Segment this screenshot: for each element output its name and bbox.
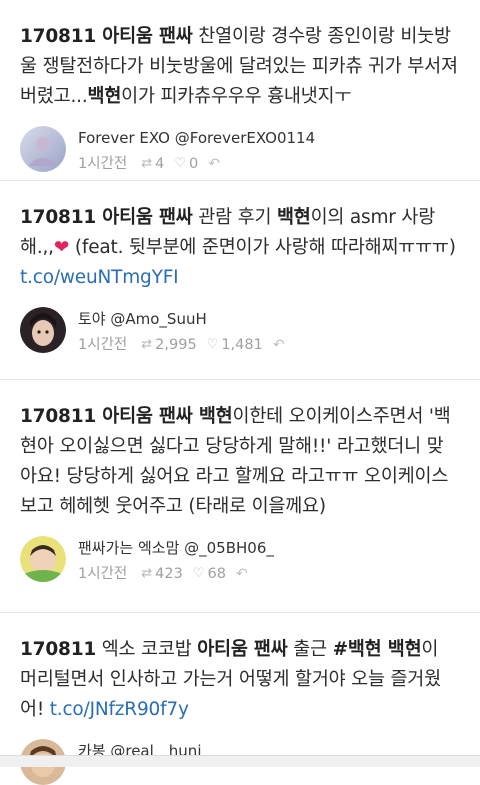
avatar[interactable] <box>20 536 66 582</box>
user-name[interactable]: Forever EXO @ForeverEXO0114 <box>78 128 460 148</box>
retweet-button[interactable]: ⇄ 4 <box>141 154 164 174</box>
text-bold: 아티움 팬싸 <box>197 639 288 660</box>
tweet-item[interactable]: 170811 아티움 팬싸 관람 후기 백현이의 asmr 사랑해.,,❤ (f… <box>0 181 480 380</box>
tweet-time: 1시간전 <box>78 337 128 353</box>
retweet-button[interactable]: ⇄ 2,995 <box>141 335 196 355</box>
retweet-count: 423 <box>155 566 183 582</box>
bottom-navigation-edge <box>0 755 480 767</box>
heart-outline-icon: ♡ <box>174 156 187 171</box>
text-bold: 170811 아티움 팬싸 백현 <box>20 406 233 427</box>
reply-icon[interactable]: ↶ <box>273 335 285 355</box>
user-name[interactable]: 토야 @Amo_SuuH <box>78 309 460 329</box>
tweet-meta: 팬싸가는 엑소맘 @_05BH06_ 1시간전 ⇄ 423 ♡ 68 ↶ <box>20 536 460 584</box>
retweet-icon: ⇄ <box>141 566 153 581</box>
tweet-item[interactable]: 170811 엑소 코코밥 아티움 팬싸 출근 #백현 백현이 머리털면서 인사… <box>0 613 480 785</box>
avatar[interactable] <box>20 307 66 353</box>
user-name[interactable]: 팬싸가는 엑소맘 @_05BH06_ <box>78 538 460 558</box>
text-bold: #백현 백현 <box>332 639 422 660</box>
favorite-button[interactable]: ♡ 0 <box>174 154 198 174</box>
tweet-text: 170811 아티움 팬싸 백현이한테 오이케이스주면서 '백현아 오이싫으면 … <box>20 402 460 522</box>
tweet-item[interactable]: 170811 아티움 팬싸 찬열이랑 경수랑 종인이랑 비눗방울 쟁탈전하다가 … <box>0 0 480 181</box>
text-bold: 170811 아티움 팬싸 <box>20 26 193 47</box>
favorite-count: 68 <box>207 566 226 582</box>
text-bold: 170811 아티움 팬싸 <box>20 207 193 228</box>
tweet-meta: 토야 @Amo_SuuH 1시간전 ⇄ 2,995 ♡ 1,481 ↶ <box>20 307 460 355</box>
text-normal: 출근 <box>287 639 333 660</box>
tweet-text: 170811 엑소 코코밥 아티움 팬싸 출근 #백현 백현이 머리털면서 인사… <box>20 635 460 725</box>
favorite-button[interactable]: ♡ 68 <box>193 564 226 584</box>
retweet-button[interactable]: ⇄ 423 <box>141 564 183 584</box>
tweet-meta: Forever EXO @ForeverEXO0114 1시간전 ⇄ 4 ♡ 0 ↶ <box>20 126 460 174</box>
favorite-count: 1,481 <box>221 337 263 353</box>
favorite-button[interactable]: ♡ 1,481 <box>207 335 263 355</box>
tweet-link[interactable]: t.co/weuNTmgYFI <box>20 267 179 288</box>
tweet-item[interactable]: 170811 아티움 팬싸 백현이한테 오이케이스주면서 '백현아 오이싫으면 … <box>0 380 480 613</box>
text-normal: 엑소 코코밥 <box>96 639 198 660</box>
retweet-icon: ⇄ <box>141 156 153 171</box>
tweet-time: 1시간전 <box>78 566 128 582</box>
avatar[interactable] <box>20 126 66 172</box>
text-normal: (feat. 뒷부분에 준면이가 사랑해 따라해찌ㅠㅠㅠ) <box>69 237 456 258</box>
tweet-text: 170811 아티움 팬싸 관람 후기 백현이의 asmr 사랑해.,,❤ (f… <box>20 203 460 293</box>
heart-outline-icon: ♡ <box>192 566 205 581</box>
favorite-count: 0 <box>189 156 199 172</box>
heart-outline-icon: ♡ <box>206 337 219 352</box>
tweet-link[interactable]: t.co/JNfzR90f7y <box>50 699 189 720</box>
reply-icon[interactable]: ↶ <box>208 154 220 174</box>
tweet-text: 170811 아티움 팬싸 찬열이랑 경수랑 종인이랑 비눗방울 쟁탈전하다가 … <box>20 22 460 112</box>
text-bold: 백현 <box>87 86 122 107</box>
text-bold: 백현 <box>276 207 311 228</box>
text-normal: 관람 후기 <box>192 207 277 228</box>
text-bold: 170811 <box>20 639 97 660</box>
retweet-count: 2,995 <box>155 337 197 353</box>
retweet-count: 4 <box>155 156 165 172</box>
tweet-feed: 170811 아티움 팬싸 찬열이랑 경수랑 종인이랑 비눗방울 쟁탈전하다가 … <box>0 0 480 785</box>
heart-emoji-icon: ❤ <box>53 237 70 258</box>
tweet-time: 1시간전 <box>78 156 128 172</box>
reply-icon[interactable]: ↶ <box>236 564 248 584</box>
retweet-icon: ⇄ <box>141 337 153 352</box>
text-normal: 이가 피카츄우우우 흉내냇지ㅜ <box>121 86 352 107</box>
